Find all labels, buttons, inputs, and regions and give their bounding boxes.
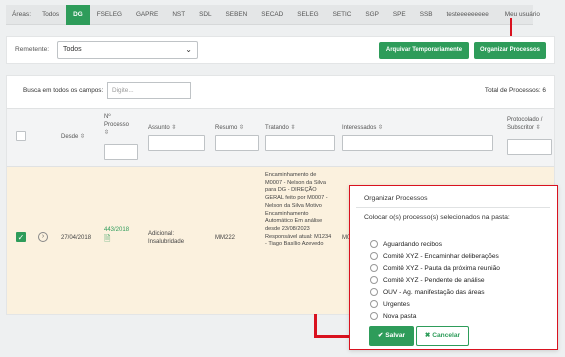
organize-processes-button[interactable]: Organizar Processos (474, 42, 546, 59)
tab-setic[interactable]: SETIC (326, 5, 359, 25)
tab-nst[interactable]: NST (165, 5, 192, 25)
cell-resumo: MM222 (215, 235, 236, 241)
cell-tratando: Encaminhamento de M0007 - Nelson da Silv… (265, 172, 332, 248)
cell-n-processo-link[interactable]: 443/2018 (104, 226, 129, 234)
folder-option-aguardando-recibos[interactable]: Aguardando recibos (370, 240, 442, 248)
tab-gapre[interactable]: GAPRE (129, 5, 165, 25)
search-input[interactable]: Digite... (107, 82, 191, 99)
tab-todos[interactable]: Todos (35, 5, 66, 25)
check-icon: ✔ (377, 332, 384, 339)
folder-option-comite-pendente[interactable]: Comitê XYZ - Pendente de análise (370, 276, 485, 284)
annotation-arrow-top (510, 18, 512, 38)
search-label: Busca em todos os campos: (23, 87, 104, 94)
tab-secad[interactable]: SECAD (254, 5, 290, 25)
filter-resumo-input[interactable] (215, 135, 259, 151)
row-checkbox[interactable]: ✓ (16, 232, 26, 242)
radio-button[interactable] (370, 276, 378, 284)
select-all-checkbox[interactable] (16, 131, 26, 141)
tab-meu-usuario[interactable]: Meu usuário (498, 5, 547, 25)
folder-option-label: OUV - Ag. manifestação das áreas (383, 288, 485, 296)
radio-button[interactable] (370, 300, 378, 308)
filter-assunto-input[interactable] (148, 135, 205, 151)
document-icon[interactable]: 🗎 (104, 235, 110, 243)
folder-option-comite-pauta[interactable]: Comitê XYZ - Pauta da próxima reunião (370, 264, 500, 272)
radio-button[interactable] (370, 264, 378, 272)
total-processes: Total de Processos: 6 (484, 87, 546, 94)
table-header: Desde ⇳ Nº Processo ⇳ Assunto ⇳ Resumo ⇳… (7, 108, 554, 167)
cell-desde: 27/04/2018 (61, 235, 92, 241)
areas-bar: Áreas: Todos DG FSELEG GAPRE NST SDL SEB… (6, 4, 540, 25)
col-interessados[interactable]: Interessados ⇳ (342, 124, 383, 132)
filter-n-processo-input[interactable] (104, 144, 138, 160)
col-desde[interactable]: Desde ⇳ (61, 133, 85, 141)
radio-button[interactable] (370, 312, 378, 320)
filter-tratando-input[interactable] (265, 135, 335, 151)
tab-dg[interactable]: DG (66, 4, 90, 25)
folder-option-comite-encaminhar[interactable]: Comitê XYZ - Encaminhar deliberações (370, 252, 499, 260)
tab-sdl[interactable]: SDL (192, 5, 218, 25)
save-label: Salvar (385, 332, 406, 339)
dialog-subtitle: Colocar o(s) processo(s) selecionados na… (364, 214, 510, 221)
tab-seleg[interactable]: SELEG (290, 5, 325, 25)
tab-ssb[interactable]: SSB (413, 5, 440, 25)
cell-assunto: Adicional: Insalubridade (148, 231, 185, 245)
radio-button[interactable] (370, 240, 378, 248)
remetente-label: Remetente: (15, 46, 50, 53)
dialog-title: Organizar Processos (356, 190, 550, 208)
tab-fseleg[interactable]: FSELEG (90, 5, 129, 25)
chevron-down-icon: ⌄ (185, 45, 192, 54)
tab-seben[interactable]: SEBEN (219, 5, 255, 25)
close-icon: ✖ (424, 332, 431, 339)
annotation-arrow-horizontal (314, 335, 354, 338)
folder-option-label: Comitê XYZ - Encaminhar deliberações (383, 252, 499, 260)
remetente-value: Todos (63, 46, 82, 53)
col-resumo[interactable]: Resumo ⇳ (215, 124, 244, 132)
col-n-processo[interactable]: Nº Processo ⇳ (104, 113, 134, 137)
radio-button[interactable] (370, 288, 378, 296)
folder-option-nova-pasta[interactable]: Nova pasta (370, 312, 416, 320)
folder-option-ouv[interactable]: OUV - Ag. manifestação das áreas (370, 288, 485, 296)
folder-option-label: Urgentes (383, 300, 410, 308)
cancel-label: Cancelar (432, 332, 461, 339)
filter-interessados-input[interactable] (342, 135, 493, 151)
cancel-button[interactable]: ✖ Cancelar (416, 326, 469, 346)
folder-option-label: Aguardando recibos (383, 240, 443, 248)
col-protocolado[interactable]: Protocolado / Subscritor ⇳ (507, 116, 552, 132)
areas-label: Áreas: (12, 11, 32, 18)
save-button[interactable]: ✔ Salvar (369, 326, 414, 346)
tab-spe[interactable]: SPE (386, 5, 413, 25)
col-assunto[interactable]: Assunto ⇳ (148, 124, 176, 132)
folder-option-urgentes[interactable]: Urgentes (370, 300, 410, 308)
tab-sgp[interactable]: SGP (358, 5, 386, 25)
col-tratando[interactable]: Tratando ⇳ (265, 124, 296, 132)
chevron-right-icon[interactable]: › (38, 232, 48, 242)
radio-button[interactable] (370, 252, 378, 260)
filter-protocolado-input[interactable] (507, 139, 552, 155)
folder-option-label: Comitê XYZ - Pendente de análise (383, 276, 485, 284)
folder-option-label: Nova pasta (383, 312, 417, 320)
tab-testeeeeeeeee[interactable]: testeeeeeeeee (439, 5, 495, 25)
archive-button[interactable]: Arquivar Temporariamente (379, 42, 469, 59)
toolbar-panel: Remetente: Todos ⌄ Arquivar Temporariame… (6, 36, 555, 64)
remetente-select[interactable]: Todos ⌄ (57, 41, 198, 59)
folder-option-label: Comitê XYZ - Pauta da próxima reunião (383, 264, 500, 272)
organize-processes-dialog: Organizar Processos Colocar o(s) process… (349, 185, 558, 350)
